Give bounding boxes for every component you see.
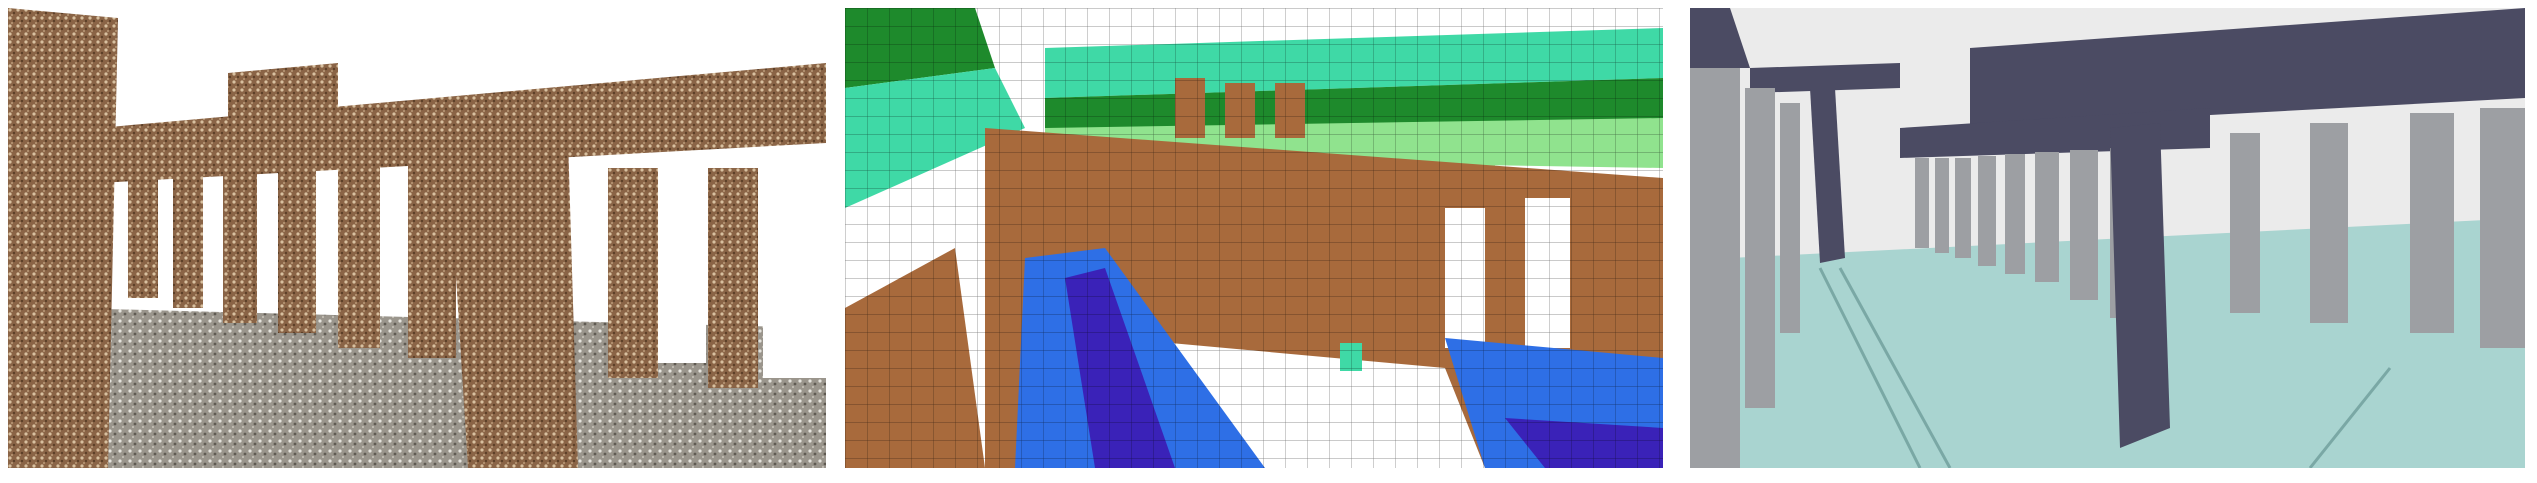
voxel-segmentation-panel xyxy=(845,8,1663,468)
voxel-grid-lines xyxy=(845,8,1663,468)
point-cloud-image xyxy=(8,8,826,468)
model-floor xyxy=(1690,218,2525,468)
beam-front xyxy=(2110,123,2170,448)
left-pillar xyxy=(8,8,118,468)
point-cloud-panel xyxy=(8,8,826,468)
foreground-block xyxy=(448,138,578,468)
model-panel xyxy=(1690,8,2525,468)
voxel-image xyxy=(845,8,1663,468)
model-image xyxy=(1690,8,2525,468)
